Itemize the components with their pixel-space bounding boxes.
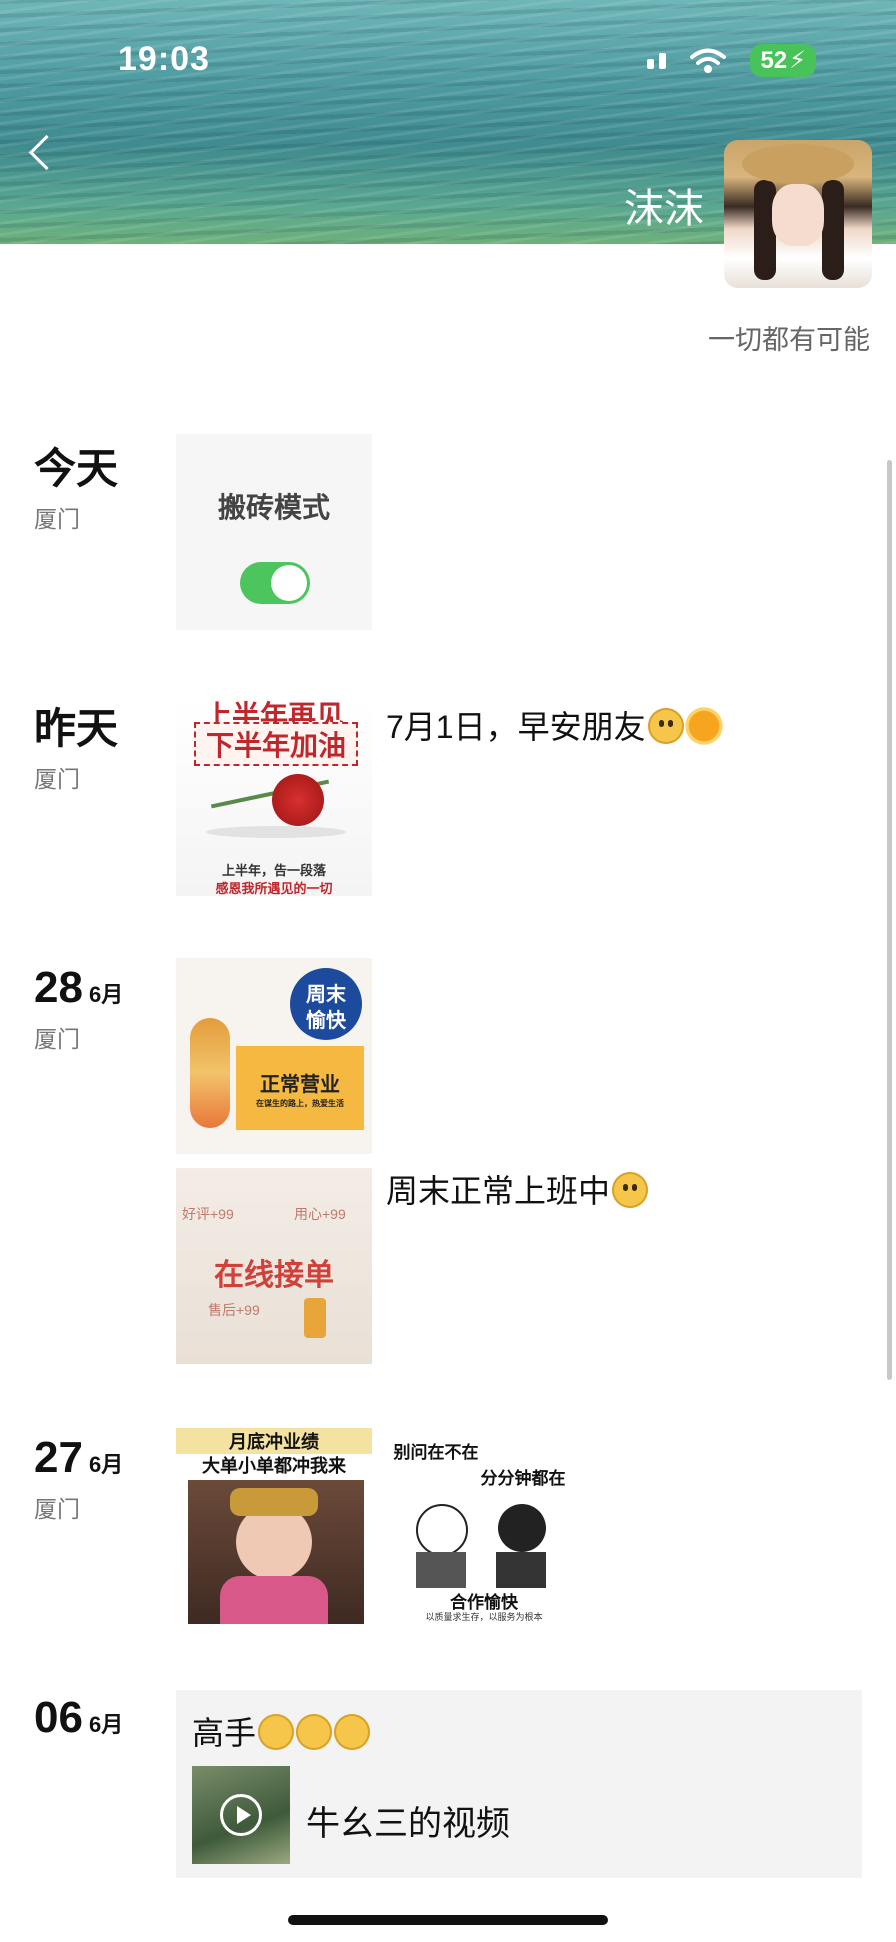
post-date-06: 06 6月 — [34, 1693, 124, 1742]
video-title: 牛幺三的视频 — [306, 1805, 510, 1843]
signal-icon — [647, 52, 667, 69]
thinking-emoji-icon — [296, 1714, 333, 1750]
battery-level: 52 — [760, 46, 788, 74]
home-indicator[interactable] — [288, 1915, 608, 1925]
post-date-28: 28 6月 厦门 — [34, 963, 124, 1053]
post-image[interactable]: 别问在不在 分分钟都在 合作愉快 以质量求生存，以服务为根本 — [386, 1428, 582, 1624]
share-text: 高手 — [192, 1708, 371, 1754]
post-date-27: 27 6月 厦门 — [34, 1433, 124, 1523]
post-location: 厦门 — [34, 1496, 80, 1522]
profile-name: 沫沫 — [624, 187, 704, 231]
video-thumbnail[interactable] — [192, 1766, 290, 1864]
post-image[interactable]: 上半年再见 下半年加油 上半年，告一段落 感恩我所遇见的一切 — [176, 700, 372, 896]
mode-card-label: 搬砖模式 — [217, 492, 330, 523]
thinking-emoji-icon — [334, 1714, 371, 1750]
post-date-today: 今天 厦门 — [34, 445, 119, 533]
battery-icon: 52 ⚡ — [750, 44, 816, 77]
post-date-yesterday: 昨天 厦门 — [34, 705, 119, 793]
post-location: 厦门 — [34, 1026, 80, 1052]
post-image[interactable]: 月底冲业绩 大单小单都冲我来 — [176, 1428, 372, 1624]
profile-signature: 一切都有可能 — [708, 325, 870, 355]
shared-video-card[interactable]: 高手 牛幺三的视频 — [176, 1690, 862, 1878]
mode-toggle — [240, 562, 310, 604]
smile-emoji-icon — [612, 1172, 649, 1208]
post-location: 厦门 — [34, 766, 80, 792]
thinking-emoji-icon — [258, 1714, 295, 1750]
play-icon[interactable] — [220, 1794, 262, 1836]
smile-emoji-icon — [647, 708, 684, 744]
post-location: 厦门 — [34, 506, 80, 532]
post-text: 周末正常上班中 — [386, 1166, 649, 1212]
post-image[interactable]: 周末 愉快 正常营业 在谋生的路上，热爱生活 — [176, 958, 372, 1154]
post-text: 7月1日，早安朋友 — [386, 702, 722, 748]
post-image[interactable]: 好评+99 用心+99 在线接单 售后+99 — [176, 1168, 372, 1364]
status-time: 19:03 — [118, 40, 210, 78]
wifi-icon — [690, 48, 727, 74]
status-icons: 52 ⚡ — [647, 44, 816, 77]
scrollbar[interactable] — [887, 460, 892, 1380]
mode-card[interactable]: 搬砖模式 — [176, 434, 372, 630]
sun-emoji-icon — [688, 710, 719, 742]
avatar[interactable] — [724, 140, 872, 288]
